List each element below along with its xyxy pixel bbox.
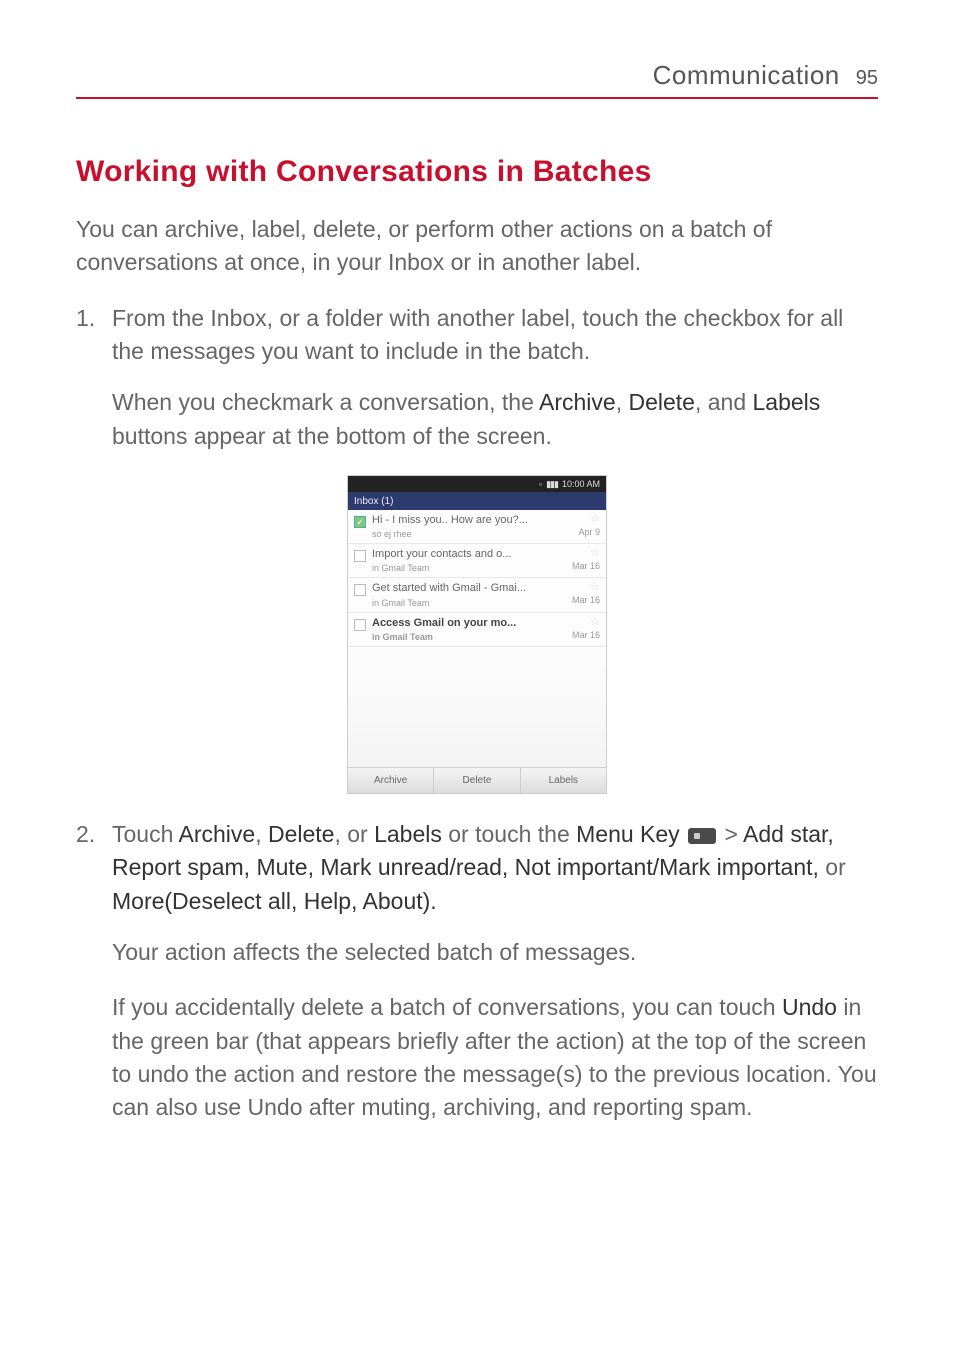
page-root: Communication 95 Working with Conversati… xyxy=(0,0,954,1125)
s2-labels: Labels xyxy=(374,821,442,847)
s2-undo: Undo xyxy=(782,994,837,1020)
mail-meta: ☆ Apr 9 xyxy=(578,514,600,537)
sep1: , xyxy=(616,389,629,415)
s2c: , or xyxy=(334,821,374,847)
status-icons: ▫ xyxy=(539,479,542,489)
checkbox-icon[interactable] xyxy=(354,550,366,562)
step-1-text: From the Inbox, or a folder with another… xyxy=(112,302,878,369)
archive-button[interactable]: Archive xyxy=(348,768,434,793)
mail-main: Access Gmail on your mo... in Gmail Team xyxy=(372,617,566,642)
s2-or: or xyxy=(819,854,846,880)
intro-paragraph: You can archive, label, delete, or perfo… xyxy=(76,213,878,280)
mail-from: in Gmail Team xyxy=(372,563,566,573)
phone-blank-area xyxy=(348,647,606,767)
mail-subject-unread: Access Gmail on your mo... xyxy=(372,617,516,629)
star-icon[interactable]: ☆ xyxy=(578,514,600,525)
phone-status-bar: ▫ ▮▮▮ 10:00 AM xyxy=(348,476,606,492)
checkbox-icon[interactable] xyxy=(354,584,366,596)
mail-from: in Gmail Team xyxy=(372,598,566,608)
mail-date: Mar 16 xyxy=(572,630,600,640)
mail-row-1[interactable]: Import your contacts and o... in Gmail T… xyxy=(348,544,606,578)
checkbox-icon[interactable]: ✓ xyxy=(354,516,366,528)
page-number: 95 xyxy=(856,67,878,90)
mail-subject: Access Gmail on your mo... xyxy=(372,617,566,630)
mail-date: Mar 16 xyxy=(572,561,600,571)
step-2-sub2: If you accidentally delete a batch of co… xyxy=(112,991,878,1124)
embedded-screenshot: ▫ ▮▮▮ 10:00 AM Inbox (1) ✓ Hi - I miss y… xyxy=(76,475,878,794)
s2a: Touch xyxy=(112,821,179,847)
step-1-subtext: When you checkmark a conversation, the A… xyxy=(112,386,878,453)
star-icon[interactable]: ☆ xyxy=(572,617,600,628)
star-icon[interactable]: ☆ xyxy=(572,582,600,593)
mail-meta: ☆ Mar 16 xyxy=(572,617,600,640)
checkbox-icon[interactable] xyxy=(354,619,366,631)
term-labels: Labels xyxy=(753,389,821,415)
term-delete: Delete xyxy=(628,389,694,415)
delete-button[interactable]: Delete xyxy=(434,768,520,793)
s2d: or touch the xyxy=(442,821,576,847)
s2-more: More(Deselect all, Help, About). xyxy=(112,888,437,914)
step-2-text: Touch Archive, Delete, or Labels or touc… xyxy=(112,818,878,918)
step-2-number: 2. xyxy=(76,818,98,918)
mail-subject: Hi - I miss you.. How are you?... xyxy=(372,514,572,527)
mail-subject: Get started with Gmail - Gmai... xyxy=(372,582,566,595)
term-archive: Archive xyxy=(539,389,616,415)
step1-sub-pre: When you checkmark a conversation, the xyxy=(112,389,539,415)
step-2: 2. Touch Archive, Delete, or Labels or t… xyxy=(76,818,878,918)
mail-main: Hi - I miss you.. How are you?... so ej … xyxy=(372,514,572,539)
mail-main: Get started with Gmail - Gmai... in Gmai… xyxy=(372,582,566,607)
s2-archive: Archive xyxy=(179,821,256,847)
mail-from: so ej rhee xyxy=(372,529,572,539)
step-1: 1. From the Inbox, or a folder with anot… xyxy=(76,302,878,369)
mail-subject: Import your contacts and o... xyxy=(372,548,566,561)
s2b: , xyxy=(255,821,268,847)
star-icon[interactable]: ☆ xyxy=(572,548,600,559)
mail-meta: ☆ Mar 16 xyxy=(572,548,600,571)
chapter-title: Communication xyxy=(653,60,840,91)
step-2-sub1: Your action affects the selected batch o… xyxy=(112,936,878,969)
inbox-header: Inbox (1) xyxy=(348,492,606,510)
phone-action-bar: Archive Delete Labels xyxy=(348,767,606,793)
running-header: Communication 95 xyxy=(76,60,878,99)
mail-row-0[interactable]: ✓ Hi - I miss you.. How are you?... so e… xyxy=(348,510,606,544)
mail-main: Import your contacts and o... in Gmail T… xyxy=(372,548,566,573)
s2-delete: Delete xyxy=(268,821,334,847)
s2e: > xyxy=(718,821,743,847)
phone-frame: ▫ ▮▮▮ 10:00 AM Inbox (1) ✓ Hi - I miss y… xyxy=(347,475,607,794)
labels-button[interactable]: Labels xyxy=(521,768,606,793)
s2s2a: If you accidentally delete a batch of co… xyxy=(112,994,782,1020)
mail-row-3[interactable]: Access Gmail on your mo... in Gmail Team… xyxy=(348,613,606,647)
section-heading: Working with Conversations in Batches xyxy=(76,155,878,189)
step1-sub-post: buttons appear at the bottom of the scre… xyxy=(112,423,552,449)
mail-date: Mar 16 xyxy=(572,595,600,605)
sep2: , and xyxy=(695,389,753,415)
signal-icon: ▮▮▮ xyxy=(546,479,558,490)
mail-row-2[interactable]: Get started with Gmail - Gmai... in Gmai… xyxy=(348,578,606,612)
mail-date: Apr 9 xyxy=(578,527,600,537)
status-time: 10:00 AM xyxy=(562,479,600,489)
s2-menukey: Menu Key xyxy=(576,821,680,847)
mail-meta: ☆ Mar 16 xyxy=(572,582,600,605)
menu-key-icon xyxy=(688,828,716,844)
step-1-number: 1. xyxy=(76,302,98,369)
mail-from: in Gmail Team xyxy=(372,632,566,642)
